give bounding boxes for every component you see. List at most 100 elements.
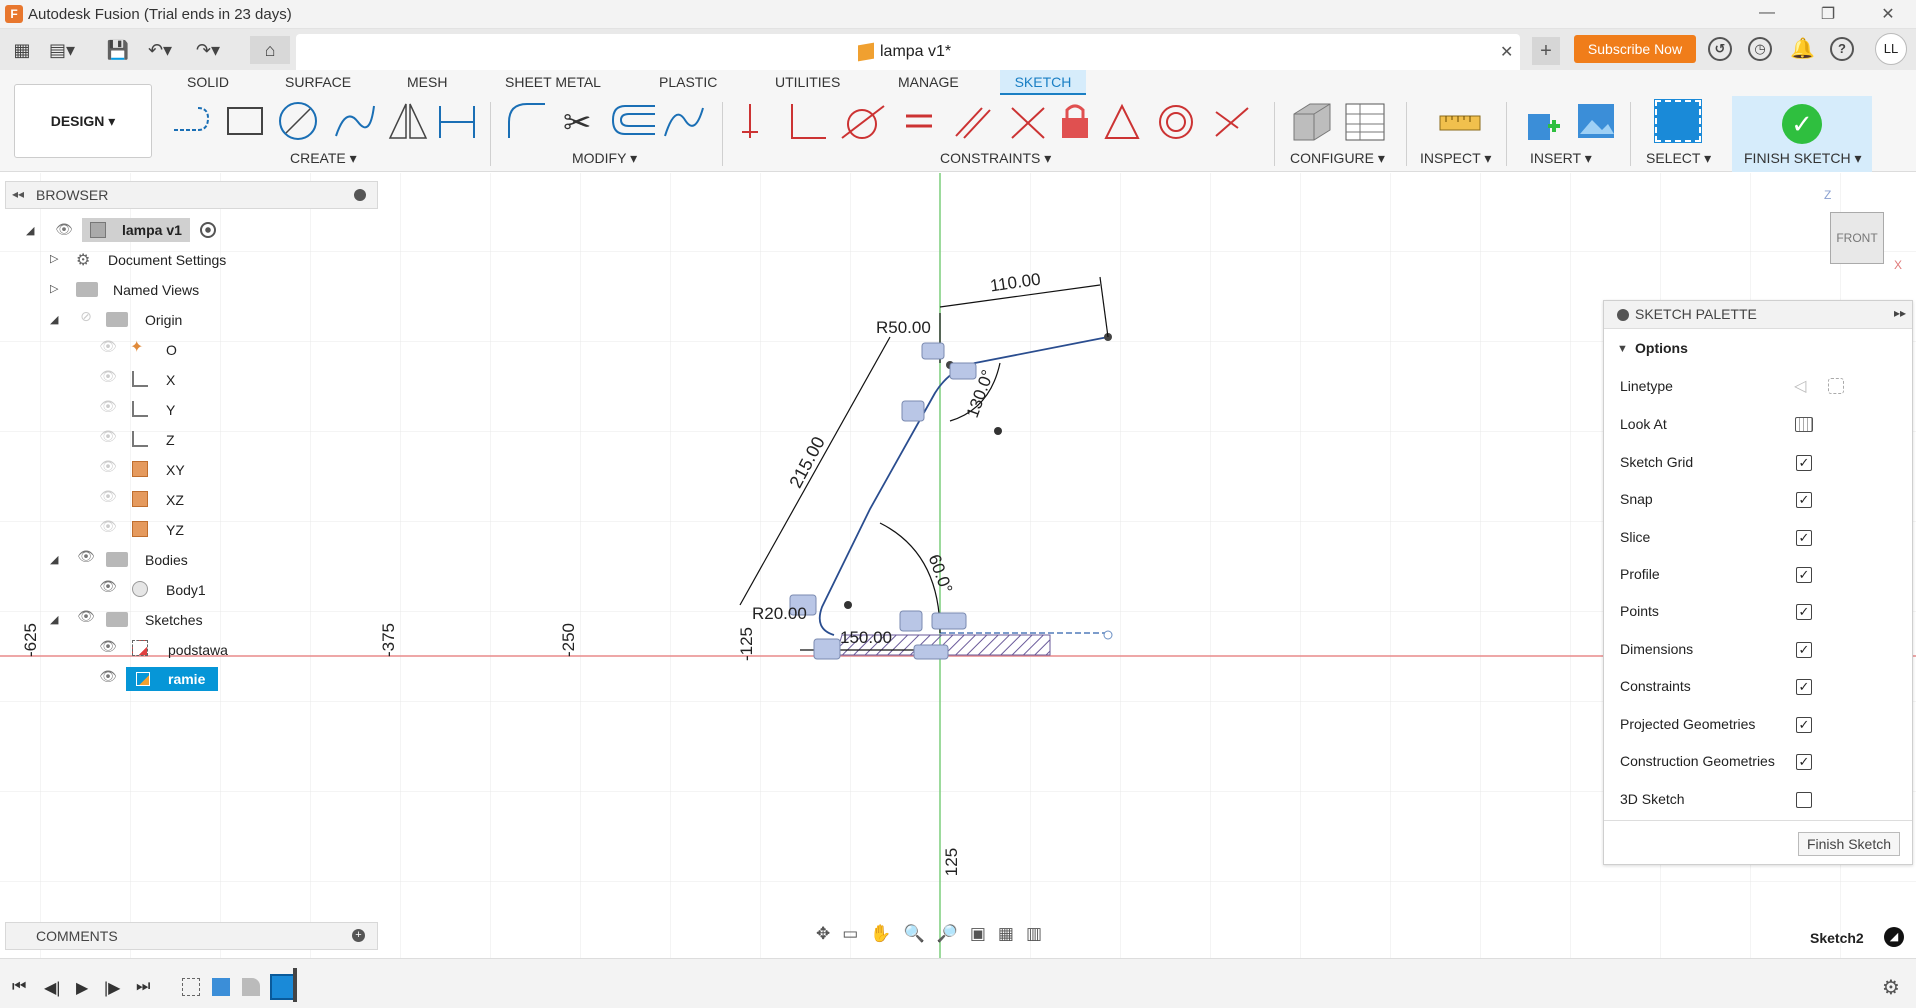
expand-triangle-icon[interactable]: ▷ [50, 252, 58, 265]
save-icon[interactable]: 💾 [104, 36, 132, 64]
finish-sketch-menu[interactable]: FINISH SKETCH ▾ [1744, 150, 1861, 167]
viewcube[interactable]: FRONT [1830, 212, 1884, 264]
offset-tool-icon[interactable] [611, 105, 655, 135]
spline-modify-icon[interactable] [664, 107, 704, 137]
tree-item-plane-yz[interactable]: YZ [166, 518, 184, 542]
tree-item-axis-x[interactable]: X [166, 368, 175, 392]
timeline-marker[interactable] [293, 968, 297, 1002]
expand-panel-icon[interactable]: ▸▸ [1894, 306, 1906, 320]
zoom-window-icon[interactable]: 🔎 [937, 924, 970, 943]
hidden-eye-icon[interactable]: ⊘ [76, 308, 96, 325]
concentric-constraint-icon[interactable] [1159, 105, 1193, 139]
tree-item-origin-o[interactable]: O [166, 338, 177, 362]
restore-button[interactable]: ❐ [1808, 4, 1848, 26]
step-forward-icon[interactable]: |▶ [104, 978, 120, 998]
coincident-constraint-icon[interactable] [791, 104, 826, 139]
trim-scissors-icon[interactable]: ✂ [563, 103, 592, 143]
mirror-tool-icon[interactable] [388, 103, 428, 139]
symmetry-triangle-icon[interactable] [1104, 103, 1140, 139]
tree-item-sketches[interactable]: Sketches [145, 608, 203, 632]
insert-derive-icon[interactable] [1528, 114, 1560, 140]
close-window-button[interactable]: ✕ [1868, 4, 1908, 26]
go-to-end-icon[interactable]: ⏭ [136, 978, 150, 996]
browser-minimize-icon[interactable] [354, 189, 366, 201]
select-tool-icon[interactable] [1654, 99, 1702, 143]
subscribe-button[interactable]: Subscribe Now [1574, 35, 1696, 63]
visibility-eye-icon[interactable]: 👁 [76, 548, 96, 565]
create-menu[interactable]: CREATE ▾ [290, 150, 357, 167]
sketch-status-icon[interactable]: ◢ [1884, 927, 1904, 947]
slice-checkbox[interactable]: ✓ [1796, 530, 1812, 546]
tree-item-podstawa[interactable]: podstawa [168, 638, 228, 662]
fillet-tool-icon[interactable] [508, 103, 545, 138]
horizontal-vertical-constraint-icon[interactable] [742, 104, 758, 138]
3d-sketch-checkbox[interactable] [1796, 792, 1812, 808]
tree-item-body1[interactable]: Body1 [166, 578, 206, 602]
checkmark-icon[interactable]: ✓ [1782, 104, 1822, 144]
modify-menu[interactable]: MODIFY ▾ [572, 150, 637, 167]
tab-solid[interactable]: SOLID [187, 74, 229, 90]
visibility-eye-icon[interactable]: 👁 [98, 638, 118, 655]
visibility-eye-icon[interactable]: 👁 [98, 488, 118, 505]
home-icon[interactable]: ⌂ [250, 36, 290, 64]
constraints-menu[interactable]: CONSTRAINTS ▾ [940, 150, 1051, 167]
new-tab-button[interactable]: + [1532, 37, 1560, 65]
notifications-bell-icon[interactable]: 🔔 [1790, 36, 1815, 61]
pan-hand-icon[interactable]: ✋ [870, 924, 903, 943]
help-icon[interactable]: ? [1830, 37, 1854, 61]
table-config-icon[interactable] [1345, 103, 1385, 141]
orbit-icon[interactable]: ✥ [816, 924, 842, 943]
parallel-constraint-icon[interactable] [955, 107, 991, 139]
finish-sketch-button[interactable]: Finish Sketch [1798, 832, 1900, 856]
activate-radio-icon[interactable] [200, 222, 216, 238]
viewports-icon[interactable]: ▥ [1026, 924, 1054, 943]
tree-item-axis-z[interactable]: Z [166, 428, 175, 452]
visibility-eye-icon[interactable]: 👁 [98, 458, 118, 475]
centerline-linetype-icon[interactable] [1828, 378, 1844, 394]
palette-minimize-icon[interactable] [1617, 309, 1629, 321]
visibility-eye-icon[interactable]: 👁 [98, 578, 118, 595]
dimension-r20[interactable]: R20.00 [752, 604, 807, 624]
profile-checkbox[interactable]: ✓ [1796, 567, 1812, 583]
go-to-start-icon[interactable]: ⏮ [12, 978, 26, 996]
tree-item-axis-y[interactable]: Y [166, 398, 175, 422]
constraints-checkbox[interactable]: ✓ [1796, 679, 1812, 695]
visibility-eye-icon[interactable]: 👁 [98, 668, 118, 685]
spline-tool-icon[interactable] [335, 105, 375, 137]
display-settings-icon[interactable]: ▣ [970, 924, 998, 943]
tab-mesh[interactable]: MESH [407, 74, 447, 90]
visibility-eye-icon[interactable]: 👁 [98, 428, 118, 445]
visibility-eye-icon[interactable]: 👁 [98, 368, 118, 385]
visibility-eye-icon[interactable]: 👁 [98, 338, 118, 355]
timeline-feature-icon[interactable] [242, 978, 260, 996]
workspace-switcher[interactable]: DESIGN ▾ [14, 84, 152, 158]
expand-triangle-icon[interactable]: ◢ [50, 313, 58, 326]
timeline-extrude-icon[interactable] [212, 978, 230, 996]
expand-triangle-icon[interactable]: ◢ [50, 553, 58, 566]
tab-manage[interactable]: MANAGE [898, 74, 959, 90]
projected-geometries-checkbox[interactable]: ✓ [1796, 717, 1812, 733]
close-tab-button[interactable]: ✕ [1500, 42, 1513, 62]
tree-item-document-settings[interactable]: Document Settings [108, 248, 226, 272]
tree-item-plane-xz[interactable]: XZ [166, 488, 184, 512]
midpoint-constraint-icon[interactable] [1215, 107, 1249, 137]
tab-sheet-metal[interactable]: SHEET METAL [505, 74, 601, 90]
job-status-icon[interactable]: ◷ [1748, 37, 1772, 61]
expand-triangle-icon[interactable]: ▷ [50, 282, 58, 295]
file-menu-icon[interactable]: ▤▾ [48, 36, 76, 64]
points-checkbox[interactable]: ✓ [1796, 604, 1812, 620]
rectangle-tool-icon[interactable] [227, 107, 263, 135]
inspect-menu[interactable]: INSPECT ▾ [1420, 150, 1491, 167]
tangent-constraint-icon[interactable] [841, 105, 885, 139]
tab-utilities[interactable]: UTILITIES [775, 74, 840, 90]
configure-menu[interactable]: CONFIGURE ▾ [1290, 150, 1385, 167]
visibility-eye-icon[interactable]: 👁 [76, 608, 96, 625]
perpendicular-constraint-icon[interactable] [1011, 107, 1045, 139]
sketch-grid-checkbox[interactable]: ✓ [1796, 455, 1812, 471]
sketch-point[interactable] [844, 601, 852, 609]
visibility-eye-icon[interactable]: 👁 [98, 398, 118, 415]
dimension-r50[interactable]: R50.00 [876, 318, 931, 338]
visibility-eye-icon[interactable]: 👁 [54, 221, 74, 238]
tab-surface[interactable]: SURFACE [285, 74, 351, 90]
timeline-sketch-icon[interactable] [182, 978, 200, 996]
